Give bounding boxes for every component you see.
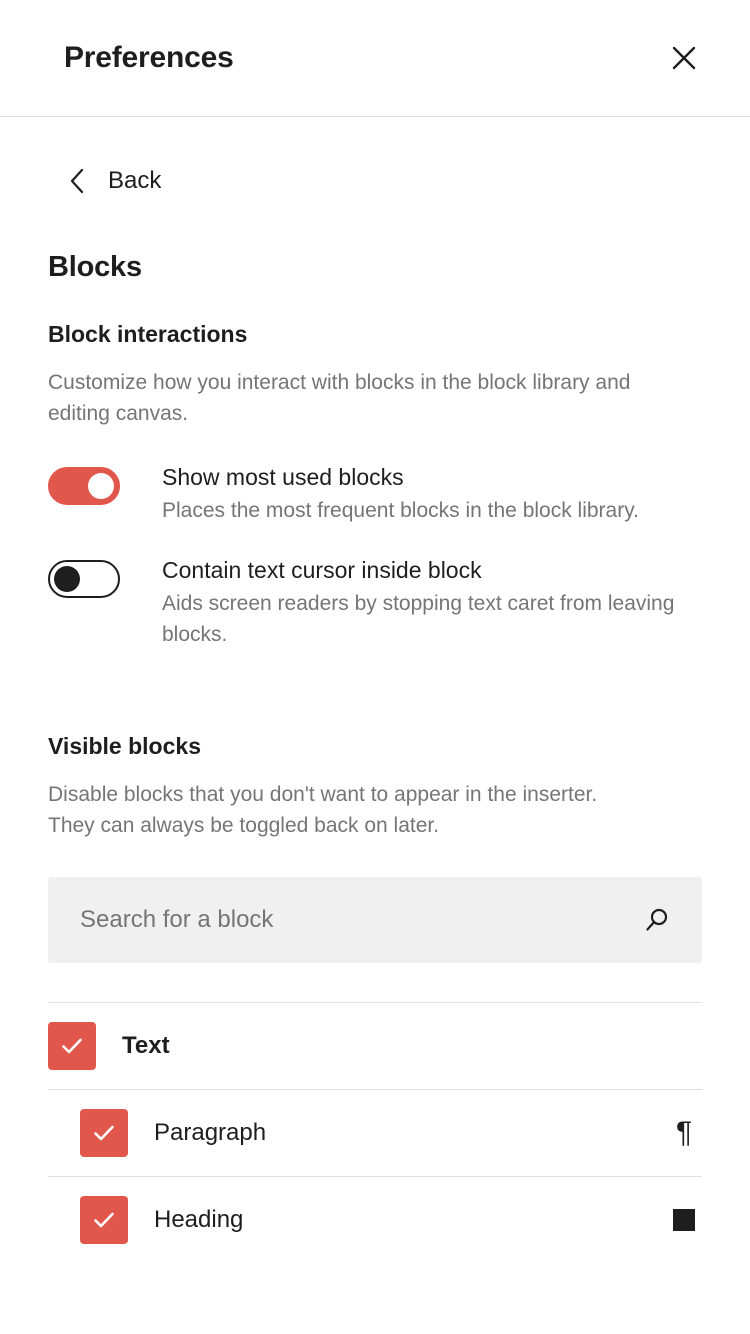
block-label: Paragraph [154, 1118, 267, 1146]
setting-description: Aids screen readers by stopping text car… [162, 591, 675, 646]
setting-label: Show most used blocks [162, 464, 404, 491]
pilcrow-icon: ¶ [675, 1115, 693, 1149]
toggle-knob [88, 473, 114, 500]
search-input[interactable] [80, 905, 640, 934]
heading-icon [666, 1208, 702, 1231]
section-heading-block-interactions: Block interactions [48, 320, 248, 347]
block-label: Text [122, 1031, 170, 1059]
page-title: Preferences [64, 41, 234, 74]
preferences-content: Blocks Block interactions Customize how … [0, 251, 750, 1263]
block-row-paragraph[interactable]: Paragraph ¶ [48, 1090, 702, 1176]
block-list: Text Paragraph ¶ Heading [48, 1001, 702, 1263]
checkbox-text[interactable] [48, 1021, 96, 1070]
visible-blocks-description: Disable blocks that you don't want to ap… [48, 783, 598, 838]
block-row-heading[interactable]: Heading [48, 1177, 702, 1263]
setting-text: Show most used blocks Places the most fr… [162, 463, 702, 526]
setting-description: Places the most frequent blocks in the b… [162, 499, 640, 523]
section-heading-blocks: Blocks [48, 251, 142, 283]
checkbox-paragraph[interactable] [80, 1108, 128, 1157]
toggle-knob [54, 566, 80, 593]
block-row-text-category[interactable]: Text [48, 1003, 702, 1089]
close-icon [671, 45, 697, 71]
toggle-show-most-used-blocks[interactable] [48, 467, 120, 506]
block-interactions-description: Customize how you interact with blocks i… [48, 371, 631, 426]
search-field[interactable] [48, 876, 702, 963]
setting-show-most-used-blocks[interactable]: Show most used blocks Places the most fr… [48, 463, 702, 526]
preferences-modal: Preferences Back Blocks Block interactio… [0, 0, 750, 1334]
setting-text: Contain text cursor inside block Aids sc… [162, 556, 702, 650]
checkbox-heading[interactable] [80, 1195, 128, 1244]
search-icon[interactable] [640, 903, 674, 937]
block-label: Heading [154, 1205, 244, 1233]
back-button[interactable]: Back [0, 117, 161, 196]
section-heading-visible-blocks: Visible blocks [48, 733, 201, 760]
chevron-left-icon [66, 166, 88, 196]
back-button-label: Back [108, 167, 162, 194]
modal-header: Preferences [0, 0, 750, 117]
setting-label: Contain text cursor inside block [162, 557, 482, 584]
setting-contain-text-cursor-inside-block[interactable]: Contain text cursor inside block Aids sc… [48, 556, 702, 650]
close-button[interactable] [660, 34, 708, 82]
toggle-contain-text-cursor-inside-block[interactable] [48, 560, 120, 599]
visible-blocks-section: Visible blocks Disable blocks that you d… [48, 733, 702, 1263]
